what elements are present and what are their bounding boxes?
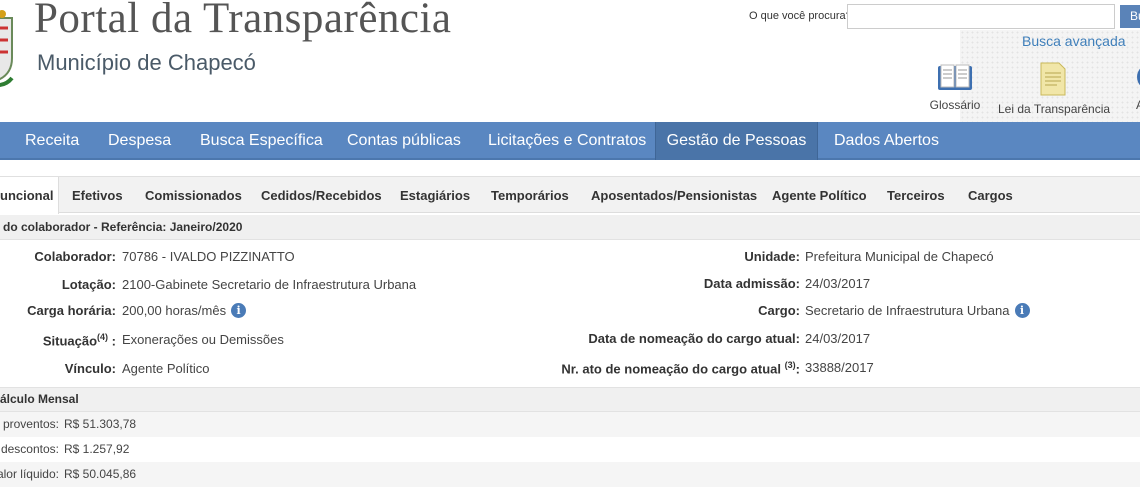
situacao-footnote: (4) xyxy=(97,332,109,342)
nav-contas-publicas[interactable]: Contas públicas xyxy=(347,122,461,160)
data-nomeacao-label: Data de nomeação do cargo atual: xyxy=(588,331,800,346)
tab-comissionados[interactable]: Comissionados xyxy=(145,177,242,213)
situacao-label-text: Situação xyxy=(42,333,98,349)
situacao-value: Exonerações ou Demissões xyxy=(122,332,284,347)
municipal-crest-icon xyxy=(0,10,14,87)
tab-agente-politico[interactable]: Agente Político xyxy=(772,177,867,213)
glossary-label: Glossário xyxy=(929,98,981,112)
data-nomeacao-value: 24/03/2017 xyxy=(805,331,871,346)
nav-receita[interactable]: Receita xyxy=(25,122,79,160)
proventos-label: s proventos: xyxy=(0,417,59,431)
search-input[interactable] xyxy=(847,4,1115,29)
search-label: O que você procura? xyxy=(749,10,852,22)
sub-tabs: uncional Efetivos Comissionados Cedidos/… xyxy=(0,176,1140,214)
tab-temporarios[interactable]: Temporários xyxy=(491,177,569,213)
tab-cargos[interactable]: Cargos xyxy=(968,177,1013,213)
site-header: Portal da Transparência Município de Cha… xyxy=(0,0,1140,122)
unidade-label: Unidade: xyxy=(744,249,800,264)
tab-efetivos[interactable]: Efetivos xyxy=(72,177,123,213)
descontos-value: R$ 1.257,92 xyxy=(64,442,130,456)
nr-ato-label-text: Nr. ato de nomeação do cargo atual xyxy=(561,361,782,377)
transparency-law-link[interactable]: Lei da Transparência xyxy=(998,62,1111,116)
partial-tool-link[interactable]: A xyxy=(1130,62,1140,112)
transparency-law-label: Lei da Transparência xyxy=(998,102,1111,116)
tab-estagiarios[interactable]: Estagiários xyxy=(400,177,470,213)
situacao-label-suffix: : xyxy=(108,333,116,349)
info-icon[interactable]: i xyxy=(1014,303,1030,319)
nav-busca-especifica[interactable]: Busca Específica xyxy=(200,122,323,160)
liquido-label: alor líquido: xyxy=(0,467,59,481)
vinculo-label: Vínculo: xyxy=(64,361,116,376)
document-icon xyxy=(1040,62,1066,96)
carga-horaria-label: Carga horária: xyxy=(27,303,116,318)
nr-ato-label-suffix: : xyxy=(795,361,800,377)
glossary-link[interactable]: Glossário xyxy=(925,62,985,112)
search-button[interactable]: Bu xyxy=(1120,5,1140,28)
data-admissao-label: Data admissão: xyxy=(703,276,800,291)
cargo-value: Secretario de Infraestrutura Urbana xyxy=(805,303,1010,318)
proventos-value: R$ 51.303,78 xyxy=(64,417,137,431)
vinculo-value: Agente Político xyxy=(122,361,210,376)
calc-row-liquido: alor líquido: R$ 50.045,86 xyxy=(0,462,1140,487)
unidade-value: Prefeitura Municipal de Chapecó xyxy=(805,249,994,264)
cargo-label: Cargo: xyxy=(758,303,800,318)
liquido-value: R$ 50.045,86 xyxy=(64,467,137,481)
nr-ato-footnote: (3) xyxy=(784,360,796,370)
nav-despesa[interactable]: Despesa xyxy=(108,122,171,160)
calc-row-descontos: descontos: R$ 1.257,92 xyxy=(0,437,1140,462)
section-title: do colaborador - Referência: Janeiro/202… xyxy=(0,215,1140,240)
lotacao-label: Lotação: xyxy=(61,277,116,292)
nav-dados-abertos[interactable]: Dados Abertos xyxy=(834,122,939,160)
colaborador-label: Colaborador: xyxy=(34,249,116,264)
tab-aposentados-pensionistas[interactable]: Aposentados/Pensionistas xyxy=(591,177,757,213)
tab-cedidos-recebidos[interactable]: Cedidos/Recebidos xyxy=(261,177,382,213)
nav-licitacoes-contratos[interactable]: Licitações e Contratos xyxy=(488,122,646,160)
carga-horaria-value: 200,00 horas/mês xyxy=(122,303,227,318)
globe-icon xyxy=(1137,68,1140,86)
main-navigation: Receita Despesa Busca Específica Contas … xyxy=(0,122,1140,160)
book-icon xyxy=(938,64,972,90)
calculo-mensal-header: álculo Mensal xyxy=(0,387,1140,412)
lotacao-value: 2100-Gabinete Secretario de Infraestrutu… xyxy=(122,277,417,292)
data-admissao-value: 24/03/2017 xyxy=(805,276,871,291)
info-icon[interactable]: i xyxy=(231,303,247,319)
cargo-row: Secretario de Infraestrutura Urbana i xyxy=(805,303,1030,319)
calc-row-proventos: s proventos: R$ 51.303,78 xyxy=(0,412,1140,437)
carga-horaria-row: 200,00 horas/mês i xyxy=(122,303,247,319)
tab-funcional[interactable]: uncional xyxy=(0,177,59,214)
nav-gestao-pessoas[interactable]: Gestão de Pessoas xyxy=(655,122,818,160)
nr-ato-value: 33888/2017 xyxy=(805,360,874,375)
colaborador-value: 70786 - IVALDO PIZZINATTO xyxy=(122,249,295,264)
descontos-label: descontos: xyxy=(0,442,59,456)
tab-terceiros[interactable]: Terceiros xyxy=(887,177,945,213)
site-title[interactable]: Portal da Transparência xyxy=(34,0,452,43)
nr-ato-label: Nr. ato de nomeação do cargo atual (3): xyxy=(561,360,800,376)
site-subtitle: Município de Chapecó xyxy=(37,50,256,75)
situacao-label: Situação(4) : xyxy=(43,332,116,348)
partial-tool-label: A xyxy=(1135,98,1140,112)
advanced-search-link[interactable]: Busca avançada xyxy=(1022,33,1126,49)
